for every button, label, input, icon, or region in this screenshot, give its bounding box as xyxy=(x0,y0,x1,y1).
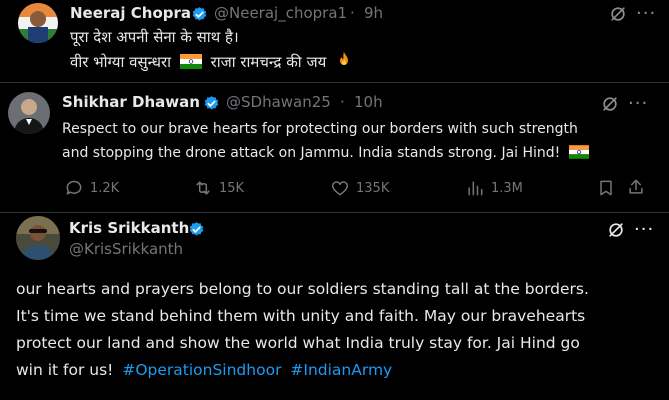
more-options-icon[interactable]: ··· xyxy=(628,95,648,113)
reply-button[interactable]: 1.2K xyxy=(64,178,119,198)
hashtag-link[interactable]: #OperationSindhoor xyxy=(122,361,281,379)
views-chart-icon xyxy=(468,181,483,196)
avatar[interactable] xyxy=(8,92,50,134)
username-handle[interactable]: @SDhawan25 xyxy=(226,93,331,111)
more-options-icon[interactable]: ··· xyxy=(636,5,656,23)
username-handle[interactable]: @KrisSrikkanth xyxy=(69,240,183,258)
repost-count: 15K xyxy=(219,180,245,196)
verified-badge-icon xyxy=(189,222,204,236)
post-text-line-2: and stopping the drone attack on Jammu. … xyxy=(62,145,589,161)
like-button[interactable]: 135K xyxy=(330,178,389,198)
post-text-line-1: Respect to our brave hearts for protecti… xyxy=(62,121,578,137)
fire-emoji-icon xyxy=(340,52,349,65)
views-button[interactable]: 1.3M xyxy=(465,178,523,198)
separator-dot: · xyxy=(340,93,345,111)
post-text-line-4: win it for us! #OperationSindhoor #India… xyxy=(16,361,392,379)
reply-icon xyxy=(66,180,82,195)
reply-count: 1.2K xyxy=(90,180,120,196)
india-flag-emoji-icon xyxy=(179,54,202,69)
like-count: 135K xyxy=(356,180,390,196)
avatar[interactable] xyxy=(18,3,58,43)
grok-icon[interactable] xyxy=(606,220,626,240)
display-name[interactable]: Shikhar Dhawan xyxy=(62,93,200,111)
share-icon[interactable] xyxy=(626,177,646,197)
post-text-line-1: our hearts and prayers belong to our sol… xyxy=(16,280,589,298)
heart-icon xyxy=(331,181,349,196)
views-count: 1.3M xyxy=(491,180,523,196)
post-time[interactable]: 9h xyxy=(364,4,383,22)
verified-badge-icon xyxy=(204,96,219,110)
post-text-fragment: वीर भोग्या वसुन्धरा xyxy=(70,53,172,71)
post-text-line-2: It's time we stand behind them with unit… xyxy=(16,307,586,325)
grok-icon[interactable] xyxy=(608,4,628,24)
avatar[interactable] xyxy=(16,216,60,260)
bookmark-icon[interactable] xyxy=(596,178,616,198)
india-flag-emoji-icon xyxy=(568,145,589,159)
tweet-shikhar-dhawan[interactable]: Shikhar Dhawan @SDhawan25 · 10h ··· Resp… xyxy=(0,82,669,212)
repost-button[interactable]: 15K xyxy=(193,178,244,198)
post-text-fragment: win it for us! xyxy=(16,361,114,379)
display-name[interactable]: Kris Srikkanth xyxy=(69,219,189,237)
post-text-line-2: वीर भोग्या वसुन्धरा राजा रामचन्द्र की जय xyxy=(70,51,353,72)
post-text-line-1: पूरा देश अपनी सेना के साथ है। xyxy=(70,28,239,46)
hashtag-link[interactable]: #IndianArmy xyxy=(290,361,392,379)
more-options-icon[interactable]: ··· xyxy=(634,221,654,239)
grok-icon[interactable] xyxy=(600,94,620,114)
username-handle[interactable]: @Neeraj_chopra1 xyxy=(214,4,347,22)
post-text-fragment-2: राजा रामचन्द्र की जय xyxy=(210,53,327,71)
post-time[interactable]: 10h xyxy=(354,93,383,111)
tweet-kris-srikkanth[interactable]: Kris Srikkanth @KrisSrikkanth ··· our he… xyxy=(0,212,669,400)
post-text-line-3: protect our land and show the world what… xyxy=(16,334,580,352)
repost-icon xyxy=(196,181,210,195)
separator-dot: · xyxy=(350,4,355,22)
tweet-neeraj-chopra[interactable]: Neeraj Chopra @Neeraj_chopra1 · 9h ··· प… xyxy=(0,0,669,82)
display-name[interactable]: Neeraj Chopra xyxy=(70,4,191,22)
post-text-fragment: and stopping the drone attack on Jammu. … xyxy=(62,145,561,161)
verified-badge-icon xyxy=(192,7,207,21)
